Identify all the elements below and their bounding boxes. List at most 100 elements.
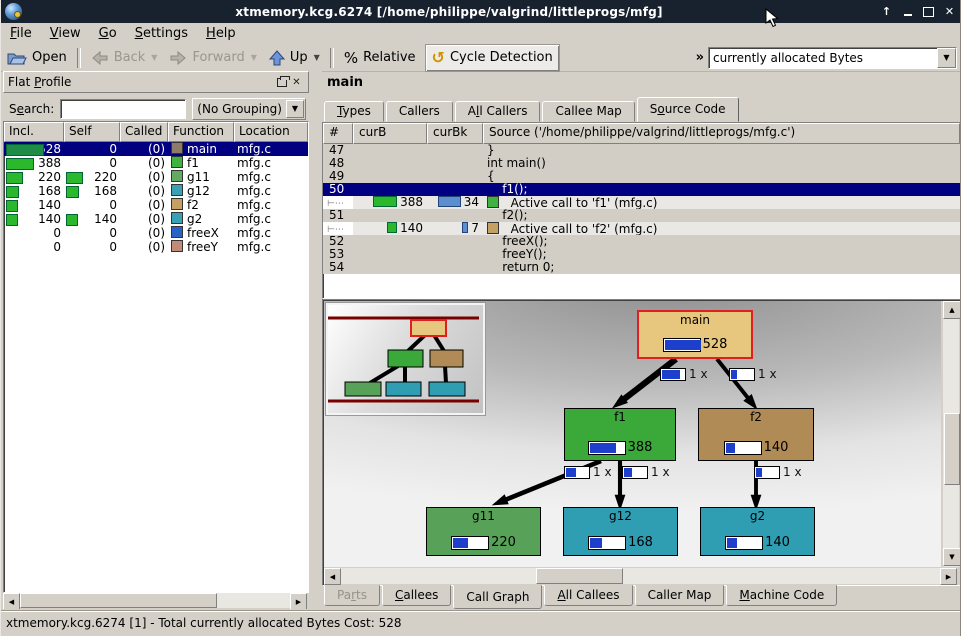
node-cost-value: 528 [703, 337, 728, 352]
function-row-freeY[interactable]: 0 0 (0) freeY mfg.c [4, 240, 308, 254]
edge-label-f1-g11[interactable]: 1 x [564, 465, 612, 479]
dock-float-button[interactable] [274, 76, 289, 89]
tab-all-callees[interactable]: All Callees [544, 585, 632, 606]
column-header-incl[interactable]: Incl. [4, 122, 64, 142]
minimize-button[interactable] [899, 4, 916, 19]
scroll-right-icon[interactable]: ▶ [290, 593, 307, 610]
relative-toggle-button[interactable]: % Relative [338, 45, 422, 71]
scroll-down-icon[interactable]: ▼ [943, 548, 961, 566]
tab-all-callers[interactable]: All Callers [455, 101, 541, 122]
graph-hscrollbar[interactable]: ◀ ▶ [324, 568, 957, 584]
tab-source-code[interactable]: Source Code [637, 97, 739, 122]
forward-dropdown-icon[interactable]: ▼ [251, 53, 257, 62]
tab-machine-code[interactable]: Machine Code [726, 585, 837, 606]
source-line-52[interactable]: 52 freeX(); [323, 235, 960, 248]
dock-close-button[interactable]: ✕ [289, 76, 304, 89]
search-input[interactable] [60, 99, 186, 119]
function-row-g11[interactable]: 220 220 (0) g11 mfg.c [4, 170, 308, 184]
source-line-54[interactable]: 54 return 0; [323, 261, 960, 274]
scroll-left-icon[interactable]: ◀ [324, 568, 341, 585]
titlebar[interactable]: xtmemory.kcg.6274 [/home/philippe/valgri… [1, 0, 960, 23]
toolbar-overflow-chevron[interactable]: » [696, 50, 704, 65]
call-graph-canvas[interactable]: main 528 f1 388 f2 140 g11 220 g12 168 g… [324, 301, 941, 567]
scroll-right-icon[interactable]: ▶ [940, 568, 957, 585]
cycle-detection-button[interactable]: ↺ Cycle Detection [426, 45, 559, 71]
menu-item-view[interactable]: View [41, 24, 90, 43]
column-header-self[interactable]: Self [64, 122, 120, 142]
grouping-combobox[interactable]: (No Grouping) ▼ [192, 98, 306, 120]
cost-bar [6, 158, 34, 170]
tab-callees[interactable]: Callees [382, 585, 451, 606]
open-button[interactable]: Open [1, 45, 73, 71]
source-call-row[interactable]: ⊢⋯ 140 7 Active call to 'f2' (mfg.c) [323, 222, 960, 235]
source-line-48[interactable]: 48 int main() [323, 157, 960, 170]
combobox-arrow-icon[interactable]: ▼ [937, 48, 956, 68]
source-line-51[interactable]: 51 f2(); [323, 209, 960, 222]
search-label: Search: [9, 102, 54, 116]
graph-node-g11[interactable]: g11 220 [426, 507, 541, 556]
function-row-freeX[interactable]: 0 0 (0) freeX mfg.c [4, 226, 308, 240]
scrollbar-thumb[interactable] [944, 413, 960, 485]
cost-bar [66, 172, 83, 184]
edge-label-f2-g2[interactable]: 1 x [754, 465, 802, 479]
dock-titlebar[interactable]: Flat Profile ✕ [3, 71, 309, 93]
source-line-50[interactable]: 50 f1(); [323, 183, 960, 196]
menu-item-settings[interactable]: Settings [126, 24, 197, 43]
forward-button[interactable]: Forward ▼ [163, 45, 262, 71]
edge-label-main-f1[interactable]: 1 x [660, 367, 708, 381]
tab-types[interactable]: Types [324, 101, 384, 122]
graph-node-g2[interactable]: g2 140 [700, 507, 815, 556]
panel-splitter[interactable] [309, 71, 322, 608]
graph-vscrollbar[interactable]: ▲ ▼ [943, 301, 959, 567]
tab-callee-map[interactable]: Callee Map [542, 101, 634, 122]
tab-parts[interactable]: Parts [324, 585, 380, 606]
column-header-called[interactable]: Called [120, 122, 168, 142]
source-column-3[interactable]: Source ('/home/philippe/valgrind/littlep… [483, 123, 960, 144]
edge-label-main-f2[interactable]: 1 x [729, 367, 777, 381]
back-button[interactable]: Back ▼ [85, 45, 164, 71]
source-column-0[interactable]: # [323, 123, 353, 144]
tab-caller-map[interactable]: Caller Map [635, 585, 725, 606]
event-type-combobox[interactable]: currently allocated Bytes ▼ [708, 47, 957, 69]
graph-node-main[interactable]: main 528 [637, 310, 753, 359]
source-column-2[interactable]: curBk [427, 123, 483, 144]
source-line-49[interactable]: 49 { [323, 170, 960, 183]
source-column-1[interactable]: curB [353, 123, 427, 144]
function-row-f2[interactable]: 140 0 (0) f2 mfg.c [4, 198, 308, 212]
up-dropdown-icon[interactable]: ▼ [314, 53, 320, 62]
cycle-detection-icon: ↺ [432, 51, 445, 65]
function-list-hscrollbar[interactable]: ◀ ▶ [3, 593, 307, 608]
graph-node-f2[interactable]: f2 140 [698, 408, 814, 461]
function-row-f1[interactable]: 388 0 (0) f1 mfg.c [4, 156, 308, 170]
close-button[interactable]: ✕ [941, 4, 958, 19]
tab-call-graph[interactable]: Call Graph [453, 585, 542, 609]
source-line-53[interactable]: 53 freeY(); [323, 248, 960, 261]
function-row-g2[interactable]: 140 140 (0) g2 mfg.c [4, 212, 308, 226]
up-button[interactable]: Up ▼ [263, 45, 326, 71]
source-call-row[interactable]: ⊢⋯ 388 34 Active call to 'f1' (mfg.c) [323, 196, 960, 209]
menu-item-help[interactable]: Help [197, 24, 245, 43]
scroll-left-icon[interactable]: ◀ [3, 593, 20, 610]
graph-node-f1[interactable]: f1 388 [564, 408, 676, 461]
source-line-47[interactable]: 47 } [323, 144, 960, 157]
back-dropdown-icon[interactable]: ▼ [151, 53, 157, 62]
grouping-arrow-icon[interactable]: ▼ [286, 100, 304, 118]
scrollbar-thumb[interactable] [536, 568, 623, 584]
column-header-location[interactable]: Location [234, 122, 308, 142]
graph-tabbar: PartsCalleesCall GraphAll CalleesCaller … [324, 585, 839, 608]
scrollbar-thumb[interactable] [20, 593, 217, 608]
scroll-up-icon[interactable]: ▲ [943, 301, 961, 319]
graph-overview-minimap[interactable] [326, 303, 485, 415]
function-row-g12[interactable]: 168 168 (0) g12 mfg.c [4, 184, 308, 198]
column-header-function[interactable]: Function [168, 122, 234, 142]
edge-label-f1-g12[interactable]: 1 x [622, 465, 670, 479]
tab-callers[interactable]: Callers [386, 101, 453, 122]
maximize-button[interactable] [920, 4, 937, 19]
node-cost-bar [725, 536, 763, 550]
shade-button[interactable]: ↑ [878, 4, 895, 19]
menu-item-file[interactable]: File [1, 24, 41, 43]
function-row-main[interactable]: 528 0 (0) main mfg.c [4, 142, 308, 156]
graph-node-g12[interactable]: g12 168 [563, 507, 678, 556]
node-cost-value: 220 [491, 535, 516, 550]
menu-item-go[interactable]: Go [90, 24, 126, 43]
